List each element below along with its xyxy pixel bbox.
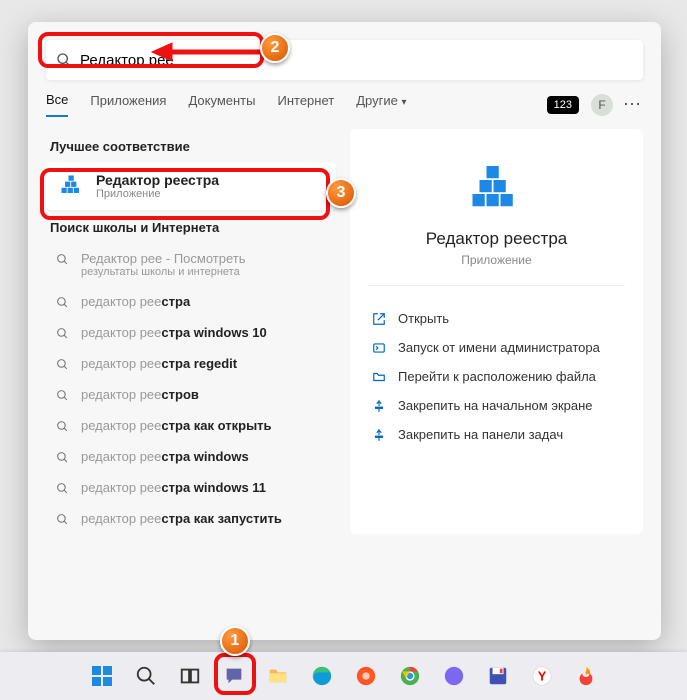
suggestion-text: редактор реестра regedit — [81, 356, 237, 371]
search-icon — [56, 327, 69, 340]
more-options[interactable]: ⋯ — [623, 94, 643, 115]
search-icon — [56, 296, 69, 309]
suggestion-item[interactable]: редактор реестра как открыть — [46, 410, 336, 441]
search-box[interactable] — [46, 40, 643, 80]
best-match-title: Редактор реестра — [96, 172, 219, 188]
pin-icon — [370, 428, 388, 442]
suggestion-item[interactable]: редактор реестра windows 11 — [46, 472, 336, 503]
suggestion-item[interactable]: редактор реестров — [46, 379, 336, 410]
suggestion-text: редактор реестра как открыть — [81, 418, 272, 433]
suggestion-item[interactable]: редактор реестра — [46, 286, 336, 317]
search-icon — [56, 253, 69, 266]
action-open-location[interactable]: Перейти к расположению файла — [368, 362, 625, 391]
suggestion-text: редактор реестра — [81, 294, 190, 309]
task-view[interactable] — [172, 658, 208, 694]
divider — [368, 285, 625, 286]
taskbar-edge[interactable] — [304, 658, 340, 694]
suggestion-text: редактор реестра windows 11 — [81, 480, 266, 495]
results-column: Лучшее соответствие Редактор реестра При… — [46, 129, 336, 534]
tab-docs[interactable]: Документы — [188, 93, 255, 116]
taskbar-app-fire[interactable] — [568, 658, 604, 694]
taskbar-explorer[interactable] — [260, 658, 296, 694]
tab-other[interactable]: Другие ▾ — [356, 93, 406, 116]
regedit-icon — [58, 172, 86, 200]
search-input[interactable] — [80, 52, 633, 69]
suggestion-item[interactable]: редактор реестра regedit — [46, 348, 336, 379]
search-icon — [56, 389, 69, 402]
taskbar-chat[interactable] — [216, 658, 252, 694]
tab-all[interactable]: Все — [46, 92, 68, 117]
search-icon — [56, 358, 69, 371]
detail-app-icon — [368, 159, 625, 215]
action-pin-start[interactable]: Закрепить на начальном экране — [368, 391, 625, 420]
action-open[interactable]: Открыть — [368, 304, 625, 333]
suggestion-list: Редактор рее - Посмотретьрезультаты школ… — [46, 243, 336, 534]
suggestion-text: Редактор рее - Посмотретьрезультаты школ… — [81, 251, 245, 278]
best-match-header: Лучшее соответствие — [50, 139, 336, 154]
start-button[interactable] — [84, 658, 120, 694]
search-icon — [56, 451, 69, 464]
search-popup: Все Приложения Документы Интернет Другие… — [28, 22, 661, 640]
action-run-admin[interactable]: Запуск от имени администратора — [368, 333, 625, 362]
folder-icon — [370, 370, 388, 384]
suggestion-item[interactable]: редактор реестра windows 10 — [46, 317, 336, 348]
detail-title: Редактор реестра — [368, 229, 625, 249]
search-icon — [56, 513, 69, 526]
action-open-label: Открыть — [398, 311, 449, 326]
tab-web[interactable]: Интернет — [277, 93, 334, 116]
suggestion-text: редактор реестров — [81, 387, 199, 402]
search-icon — [56, 52, 72, 68]
open-icon — [370, 312, 388, 326]
action-loc-label: Перейти к расположению файла — [398, 369, 596, 384]
detail-pane: Редактор реестра Приложение Открыть Запу… — [350, 129, 643, 534]
pin-icon — [370, 399, 388, 413]
suggestion-item[interactable]: Редактор рее - Посмотретьрезультаты школ… — [46, 243, 336, 286]
best-match-subtitle: Приложение — [96, 188, 219, 200]
input-mode-badge[interactable]: 123 — [547, 96, 579, 114]
suggestion-text: редактор реестра windows — [81, 449, 249, 464]
taskbar-chrome[interactable] — [392, 658, 428, 694]
taskbar-app-purple[interactable] — [436, 658, 472, 694]
taskbar-yandex[interactable]: Y — [524, 658, 560, 694]
admin-icon — [370, 341, 388, 355]
taskbar-search[interactable] — [128, 658, 164, 694]
search-icon — [56, 420, 69, 433]
suggestion-text: редактор реестра windows 10 — [81, 325, 267, 340]
school-web-header: Поиск школы и Интернета — [50, 220, 336, 235]
action-pintb-label: Закрепить на панели задач — [398, 427, 563, 442]
user-avatar[interactable]: F — [591, 94, 613, 116]
suggestion-item[interactable]: редактор реестра как запустить — [46, 503, 336, 534]
detail-subtitle: Приложение — [368, 253, 625, 267]
tab-apps[interactable]: Приложения — [90, 93, 166, 116]
svg-text:Y: Y — [537, 669, 546, 684]
taskbar-app-orange[interactable] — [348, 658, 384, 694]
filter-tabs: Все Приложения Документы Интернет Другие… — [28, 80, 661, 117]
suggestion-text: редактор реестра как запустить — [81, 511, 282, 526]
action-pinstart-label: Закрепить на начальном экране — [398, 398, 593, 413]
action-admin-label: Запуск от имени администратора — [398, 340, 600, 355]
taskbar-app-save[interactable] — [480, 658, 516, 694]
action-pin-taskbar[interactable]: Закрепить на панели задач — [368, 420, 625, 449]
search-icon — [56, 482, 69, 495]
best-match-item[interactable]: Редактор реестра Приложение — [46, 162, 336, 210]
suggestion-item[interactable]: редактор реестра windows — [46, 441, 336, 472]
taskbar: Y — [0, 652, 687, 700]
